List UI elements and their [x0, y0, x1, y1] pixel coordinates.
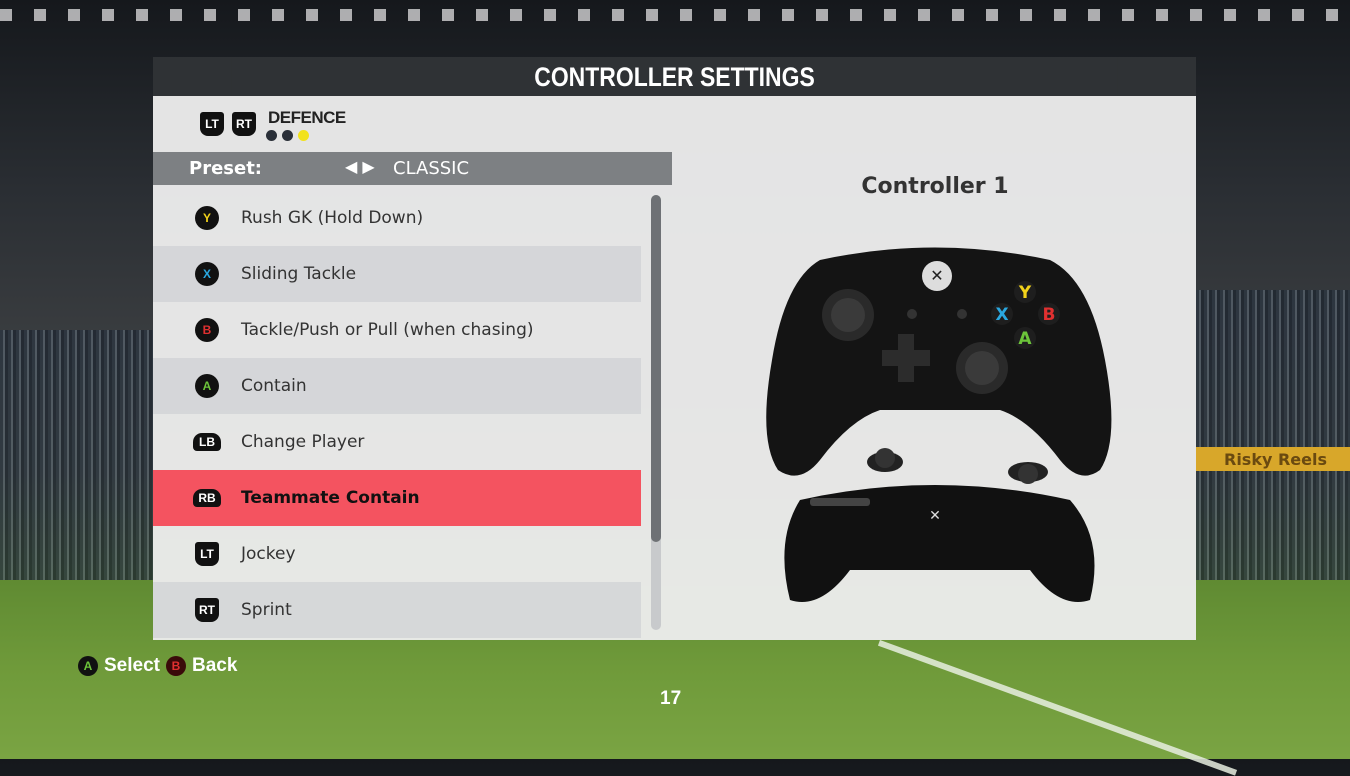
page-dot: [266, 130, 277, 141]
svg-text:✕: ✕: [930, 266, 943, 285]
action-label: Jockey: [241, 544, 296, 564]
action-row[interactable]: RB Teammate Contain: [153, 470, 641, 526]
face-button-label: A: [1018, 329, 1032, 349]
lt-button-icon: LT: [195, 542, 219, 566]
action-label: Sprint: [241, 600, 292, 620]
b-button-icon: B: [195, 318, 219, 342]
stadium-lights: [0, 9, 1350, 21]
action-label: Contain: [241, 376, 307, 396]
back-hint[interactable]: B Back: [166, 655, 237, 677]
select-hint[interactable]: A Select: [78, 655, 160, 677]
preset-label: Preset:: [189, 158, 263, 179]
action-label: Teammate Contain: [241, 488, 420, 508]
page-title: CONTROLLER SETTINGS: [231, 57, 1118, 96]
pitch-line: [877, 640, 1238, 776]
page-dot-active: [298, 130, 309, 141]
ad-banner: Risky Reels: [1196, 447, 1350, 471]
a-button-icon: A: [195, 374, 219, 398]
back-label: Back: [192, 655, 238, 676]
b-button-icon: B: [166, 656, 186, 676]
action-row[interactable]: Y Rush GK (Hold Down): [153, 190, 641, 246]
action-row[interactable]: LB Change Player: [153, 414, 641, 470]
arrow-left-right-icon[interactable]: ◀ ▶: [345, 157, 375, 176]
action-label: Sliding Tackle: [241, 264, 357, 284]
preset-selector[interactable]: Preset: ◀ ▶ CLASSIC: [153, 152, 672, 185]
x-button-icon: X: [195, 262, 219, 286]
action-row[interactable]: RT Sprint: [153, 582, 641, 638]
page-dots: [266, 130, 346, 141]
stadium-crowd-left: [0, 330, 153, 580]
a-button-icon: A: [78, 656, 98, 676]
lt-icon[interactable]: LT: [200, 112, 224, 136]
face-button-label: B: [1043, 305, 1056, 325]
mode-name: DEFENCE: [268, 108, 346, 127]
stadium-crowd-right: [1196, 290, 1350, 580]
action-row[interactable]: A Contain: [153, 358, 641, 414]
face-button-label: Y: [1018, 283, 1032, 303]
preset-value: CLASSIC: [393, 158, 470, 179]
action-row[interactable]: B Tackle/Push or Pull (when chasing): [153, 302, 641, 358]
action-label: Tackle/Push or Pull (when chasing): [241, 320, 534, 340]
action-label: Change Player: [241, 432, 365, 452]
rt-icon[interactable]: RT: [232, 112, 256, 136]
controller-image: ✕ YX BA ✕: [766, 247, 1112, 602]
mode-selector[interactable]: LT RT DEFENCE: [200, 108, 346, 141]
action-list: Y Rush GK (Hold Down) X Sliding Tackle B Tack…: [153, 190, 641, 638]
scrollbar[interactable]: [651, 195, 661, 630]
controller-title: Controller 1: [861, 174, 1009, 199]
page-dot: [282, 130, 293, 141]
rt-button-icon: RT: [195, 598, 219, 622]
action-row[interactable]: X Sliding Tackle: [153, 246, 641, 302]
scrollbar-thumb[interactable]: [651, 195, 661, 542]
svg-text:✕: ✕: [929, 508, 941, 524]
y-button-icon: Y: [195, 206, 219, 230]
action-row[interactable]: LT Jockey: [153, 526, 641, 582]
action-label: Rush GK (Hold Down): [241, 208, 424, 228]
face-button-label: X: [995, 305, 1008, 325]
select-label: Select: [104, 655, 160, 676]
rb-button-icon: RB: [193, 489, 221, 507]
page-number: 17: [660, 688, 682, 709]
lb-button-icon: LB: [193, 433, 221, 451]
